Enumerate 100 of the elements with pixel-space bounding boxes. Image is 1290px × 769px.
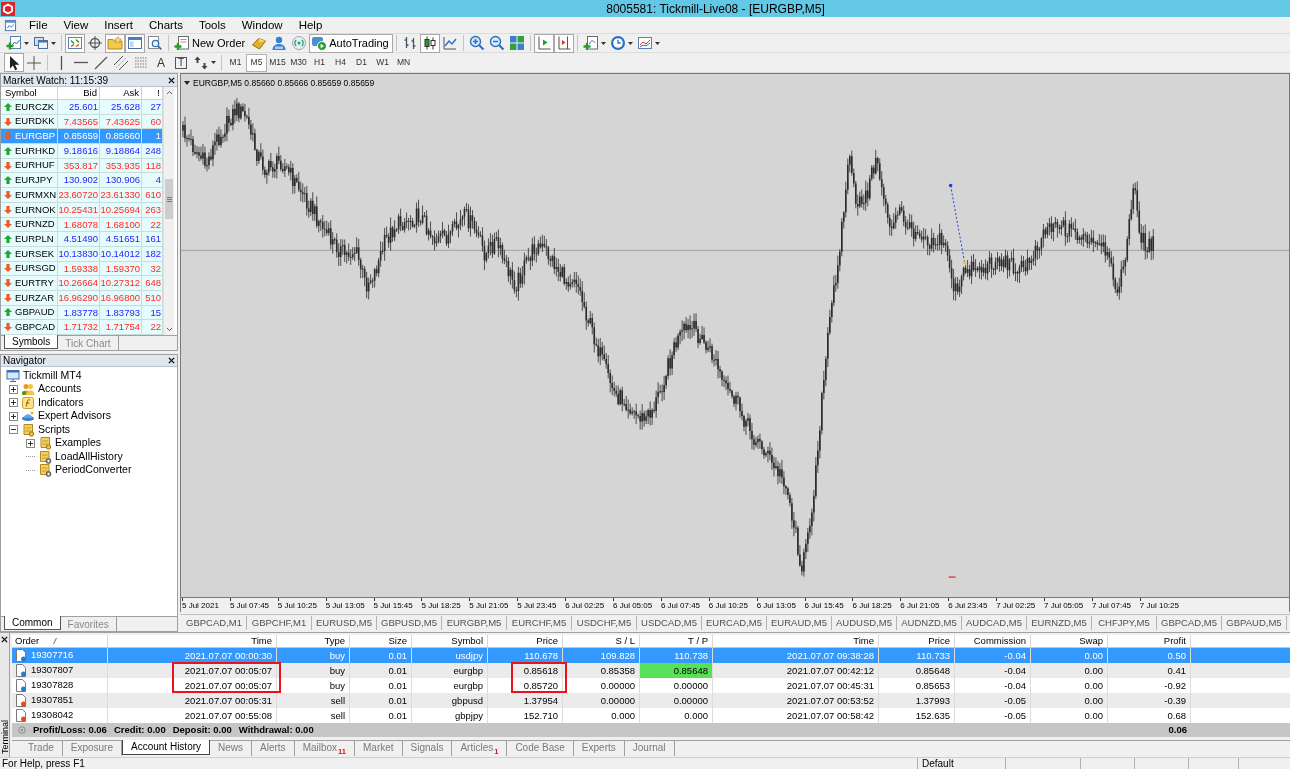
chart-tab[interactable]: CHFJPY,M5 (1092, 616, 1157, 630)
chart-tab[interactable]: GBPCAD,M5 (1157, 616, 1222, 630)
menu-item[interactable]: Window (235, 17, 289, 33)
menu-item[interactable]: Charts (143, 17, 189, 33)
people-icon (21, 382, 35, 397)
axis-label: 6 Jul 02:25 (565, 601, 606, 611)
text-tool-button[interactable]: A (151, 53, 171, 72)
quote-row[interactable]: EURJPY 130.902 130.906 4 (1, 173, 163, 189)
chart-tab[interactable]: EURCAD,M5 (702, 616, 767, 630)
quote-row[interactable]: EURCZK 25.601 25.628 27 (1, 100, 163, 115)
folder-star-icon (107, 35, 123, 51)
plus-box-icon[interactable] (9, 398, 18, 408)
timeframe-button[interactable]: W1 (372, 53, 393, 72)
chart-tab[interactable]: USDCHF,M5 (572, 616, 637, 630)
triangle-down-icon[interactable] (184, 81, 190, 86)
chart-tab[interactable]: GBPCHF,M1 (247, 616, 312, 630)
chart-window-icon (67, 35, 83, 51)
timeframe-button[interactable]: D1 (351, 53, 372, 72)
column-header[interactable]: Swap (1031, 635, 1108, 647)
timeframe-button[interactable]: H4 (330, 53, 351, 72)
toolbar-button[interactable] (85, 33, 105, 53)
terminal-tab[interactable]: Market (355, 741, 403, 756)
close-icon[interactable] (168, 357, 175, 364)
column-header[interactable]: Price (488, 635, 563, 647)
terminal-tab[interactable]: Experts (573, 741, 625, 756)
close-icon[interactable] (1, 636, 8, 643)
chart-tab[interactable]: EURCHF,M5 (507, 616, 572, 630)
column-header[interactable]: Size (350, 635, 412, 647)
chart-tab[interactable]: AUDCAD,M5 (962, 616, 1027, 630)
symbol-name: GBPAUD (15, 305, 55, 320)
terminal-tab[interactable]: Account History (122, 740, 211, 755)
candlestick-icon (421, 35, 438, 51)
panel-tab[interactable]: Symbols (4, 335, 59, 349)
column-header[interactable]: S / L (563, 635, 640, 647)
menu-item[interactable]: Insert (98, 17, 139, 33)
plus-box-icon[interactable] (26, 438, 35, 448)
toolbar-button[interactable] (4, 53, 24, 72)
dashed-trendline[interactable] (948, 183, 967, 265)
timeframe-button[interactable]: M5 (246, 53, 267, 72)
toolbar-button[interactable] (111, 53, 131, 72)
column-header[interactable]: Time (713, 635, 879, 647)
column-header[interactable]: T / P (640, 635, 713, 647)
chart-tab[interactable]: GBPCAD,M1 (182, 616, 247, 630)
panel-tab[interactable]: Common (4, 616, 61, 630)
timeframe-button[interactable]: M30 (288, 53, 309, 72)
quote-row[interactable]: EURMXN 23.60720 23.61330 610 (1, 188, 163, 203)
timeframe-button[interactable]: M1 (225, 53, 246, 72)
panel-title: Market Watch: 11:15:39 (3, 73, 109, 88)
column-header[interactable]: Order (12, 635, 108, 647)
chart-tab[interactable]: EURAUD,M5 (767, 616, 832, 630)
timeframe-button[interactable]: H1 (309, 53, 330, 72)
timeframe-button[interactable]: M15 (267, 53, 288, 72)
menu-item[interactable]: Help (292, 17, 329, 33)
terminal-tab[interactable]: Signals (402, 741, 453, 756)
chart-tab[interactable]: GBPUSD,M5 (377, 616, 442, 630)
menu-item[interactable]: File (23, 17, 54, 33)
scroll-thumb[interactable] (165, 179, 173, 219)
terminal-tab[interactable]: Trade (20, 741, 63, 756)
plus-box-icon[interactable] (9, 384, 18, 394)
tree-item[interactable]: PeriodConverter (55, 462, 132, 479)
toolbar-button[interactable] (553, 33, 574, 53)
chart-tab[interactable]: AUDNZD,M5 (897, 616, 962, 630)
column-header[interactable]: Commission (955, 635, 1031, 647)
chart-tab[interactable]: USDCAD,M5 (637, 616, 702, 630)
axis-label: 6 Jul 05:05 (613, 601, 654, 611)
axis-label: 6 Jul 21:05 (900, 601, 941, 611)
column-header[interactable]: Type (277, 635, 350, 647)
terminal-tab[interactable]: Journal (624, 741, 675, 756)
chart-tab[interactable]: AUDUSD,M5 (832, 616, 897, 630)
tree-item[interactable]: Tickmill MT4 (23, 367, 82, 384)
terminal-tab[interactable]: News (210, 741, 253, 756)
timeframe-button[interactable]: MN (393, 53, 414, 72)
quote-row[interactable]: GBPCAD 1.71732 1.71754 22 (1, 320, 163, 335)
menu-item[interactable]: View (57, 17, 95, 33)
table-cell: 23.61330 (100, 188, 142, 203)
quote-row[interactable]: EURTRY 10.26664 10.27312 648 (1, 276, 163, 291)
chart-tab[interactable]: GBPAUD,M5 (1222, 616, 1287, 630)
minus-box-icon[interactable] (9, 425, 18, 435)
column-header[interactable]: Time (108, 635, 277, 647)
quote-row[interactable]: EURPLN 4.51490 4.51651 161 (1, 232, 163, 247)
autotrading-button[interactable]: AutoTrading (309, 33, 393, 53)
terminal-tab[interactable]: Alerts (252, 741, 295, 756)
symbol-name: EURGBP (15, 129, 56, 144)
label-tool-button[interactable]: T (171, 53, 191, 72)
plus-box-icon[interactable] (9, 411, 18, 421)
terminal-tab[interactable]: Code Base (507, 741, 574, 756)
close-icon[interactable] (168, 76, 175, 84)
table-row[interactable]: 19307851 2021.07.07 00:05:31 sell 0.01 gbpusd 1.37954 0.00000 0.00000 2021.07.07 00:53:52 1.37993 -0.05 0.00 -0.39 (12, 693, 1290, 708)
quote-row[interactable]: EURHKD 9.18616 9.18864 248 (1, 144, 163, 159)
toolbar-button[interactable] (419, 33, 440, 53)
scrollbar[interactable] (163, 87, 174, 335)
chart-tab[interactable]: EURUSD,M5 (312, 616, 377, 630)
symbol-name: EURPLN (15, 231, 54, 246)
column-header[interactable]: Symbol (412, 635, 488, 647)
column-header[interactable]: Price (879, 635, 955, 647)
symbol-name: EURMXN (15, 187, 57, 202)
chart-tab[interactable]: EURGBP,M5 (442, 616, 507, 630)
new-order-button[interactable]: New Order (172, 33, 250, 53)
menu-item[interactable]: Tools (192, 17, 232, 33)
chart-tab[interactable]: EURNZD,M5 (1027, 616, 1092, 630)
